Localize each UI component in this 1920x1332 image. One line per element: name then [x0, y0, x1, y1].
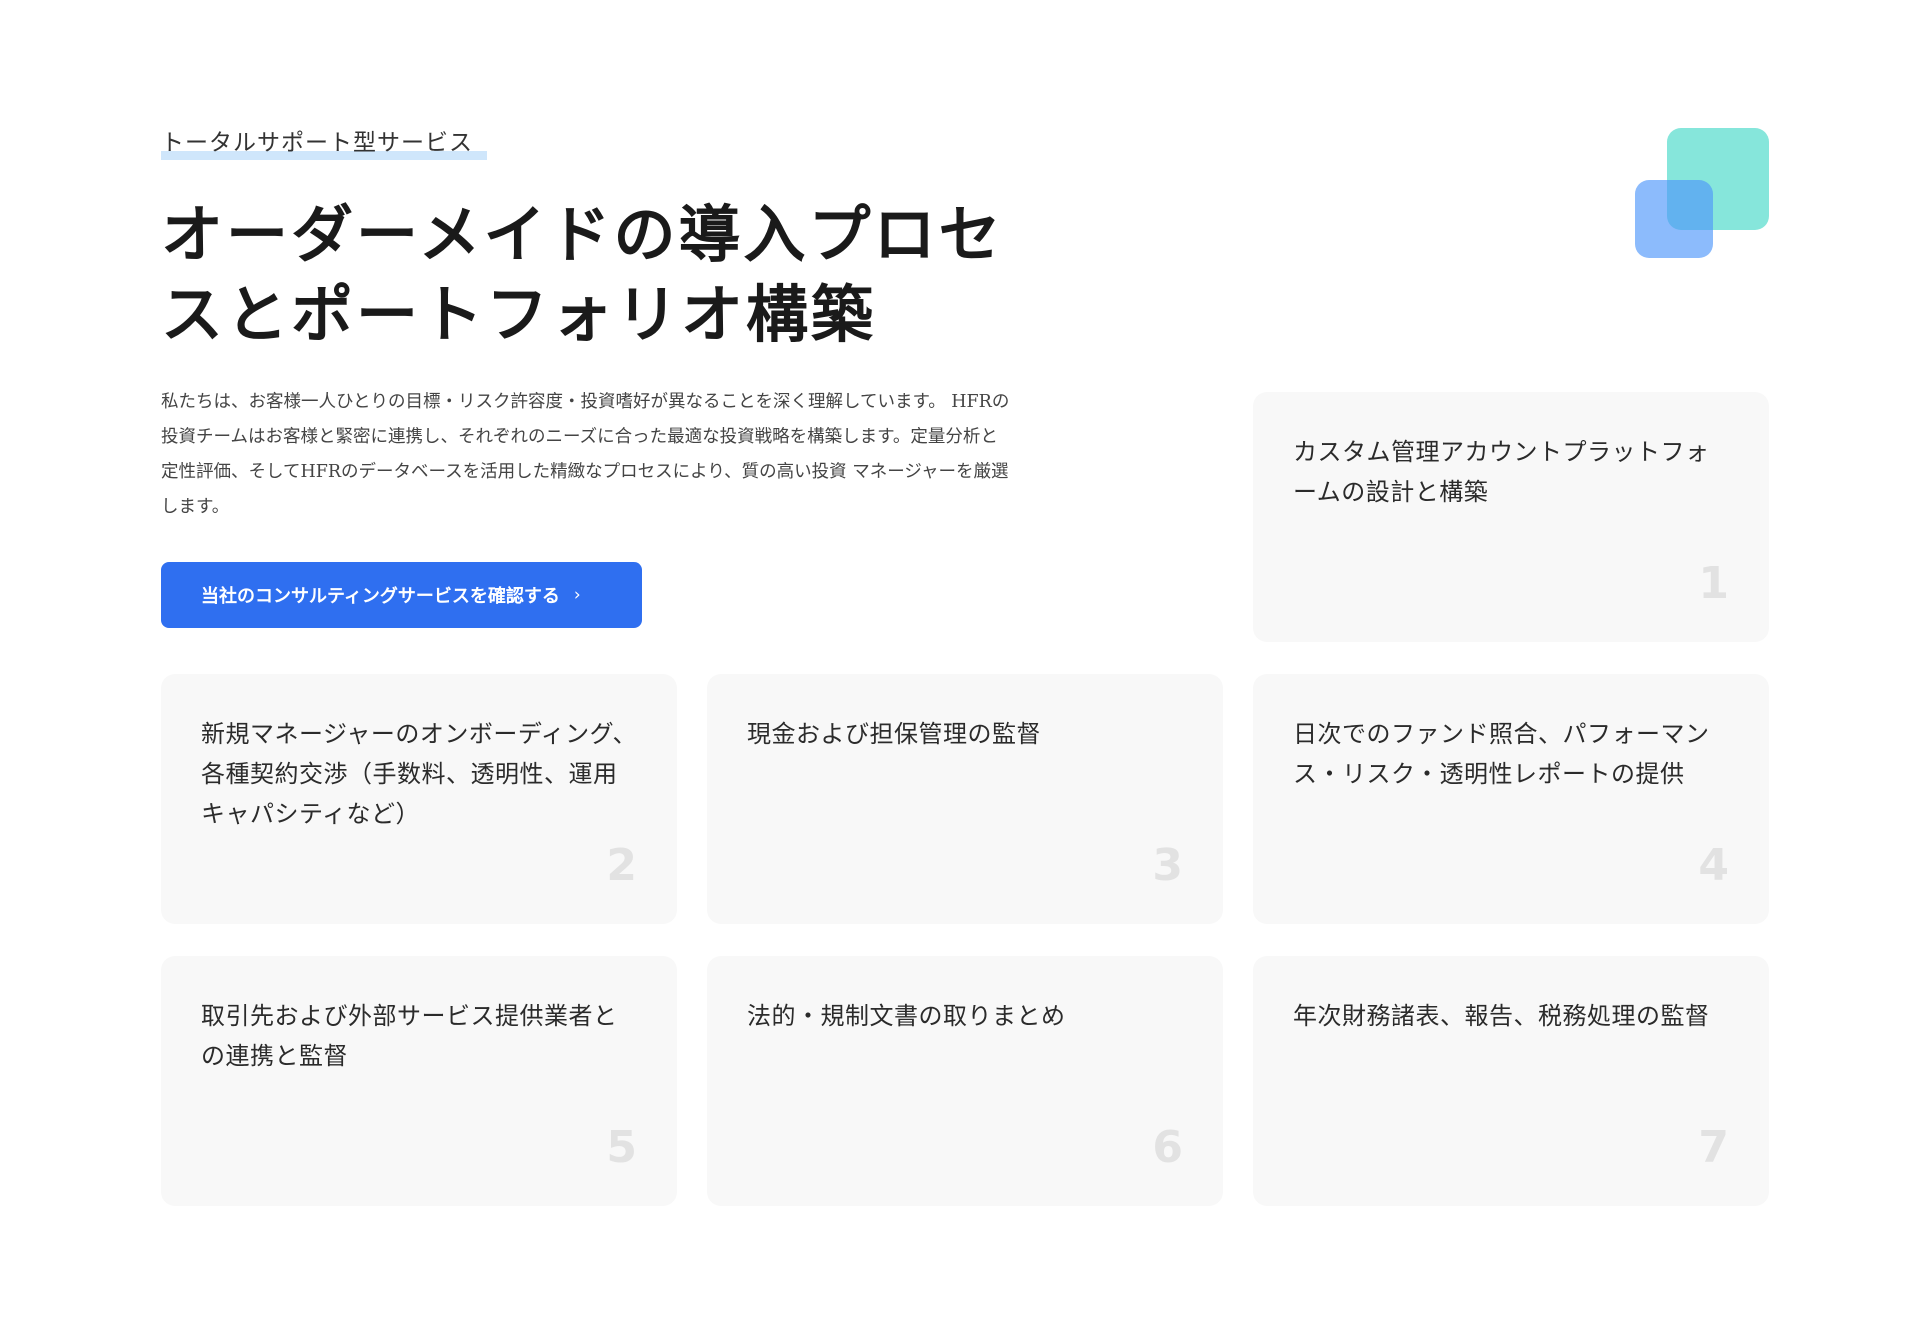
service-card-text: 取引先および外部サービス提供業者との連携と監督 — [201, 1002, 618, 1070]
service-card-number: 1 — [1698, 558, 1729, 609]
service-card-number: 5 — [606, 1122, 637, 1173]
service-card-number: 4 — [1698, 840, 1729, 891]
service-card-text: 法的・規制文書の取りまとめ — [747, 1002, 1066, 1030]
service-card: 現金および担保管理の監督 3 — [707, 674, 1223, 924]
service-card: 法的・規制文書の取りまとめ 6 — [707, 956, 1223, 1206]
service-card-text: 新規マネージャーのオンボーディング、各種契約交渉（手数料、透明性、運用キャパシテ… — [201, 720, 637, 828]
cta-label: 当社のコンサルティングサービスを確認する — [201, 586, 560, 607]
service-card: 日次でのファンド照合、パフォーマンス・リスク・透明性レポートの提供 4 — [1253, 674, 1769, 924]
service-card-text: カスタム管理アカウントプラットフォームの設計と構築 — [1293, 438, 1710, 506]
chevron-right-icon: › — [573, 585, 581, 605]
decorative-squares-icon — [1635, 128, 1775, 260]
service-card-number: 7 — [1698, 1122, 1729, 1173]
deco-blue-square — [1635, 180, 1713, 258]
service-card-text: 日次でのファンド照合、パフォーマンス・リスク・透明性レポートの提供 — [1293, 720, 1710, 788]
service-card: カスタム管理アカウントプラットフォームの設計と構築 1 — [1253, 392, 1769, 642]
service-card: 年次財務諸表、報告、税務処理の監督 7 — [1253, 956, 1769, 1206]
eyebrow-label: トータルサポート型サービス — [161, 130, 473, 156]
service-card-number: 3 — [1152, 840, 1183, 891]
service-card-text: 現金および担保管理の監督 — [747, 720, 1041, 748]
consulting-services-button[interactable]: 当社のコンサルティングサービスを確認する › — [161, 562, 642, 628]
service-card: 取引先および外部サービス提供業者との連携と監督 5 — [161, 956, 677, 1206]
service-card-number: 6 — [1152, 1122, 1183, 1173]
section-headline: オーダーメイドの導入プロセスとポートフォリオ構築 — [161, 198, 1004, 351]
service-card-text: 年次財務諸表、報告、税務処理の監督 — [1293, 1002, 1710, 1030]
service-card-number: 2 — [606, 840, 637, 891]
services-section: トータルサポート型サービス オーダーメイドの導入プロセスとポートフォリオ構築 私… — [161, 0, 1769, 1332]
service-card: 新規マネージャーのオンボーディング、各種契約交渉（手数料、透明性、運用キャパシテ… — [161, 674, 677, 924]
section-description: 私たちは、お客様一人ひとりの目標・リスク許容度・投資嗜好が異なることを深く理解し… — [161, 392, 1010, 517]
section-eyebrow: トータルサポート型サービス — [161, 126, 487, 160]
